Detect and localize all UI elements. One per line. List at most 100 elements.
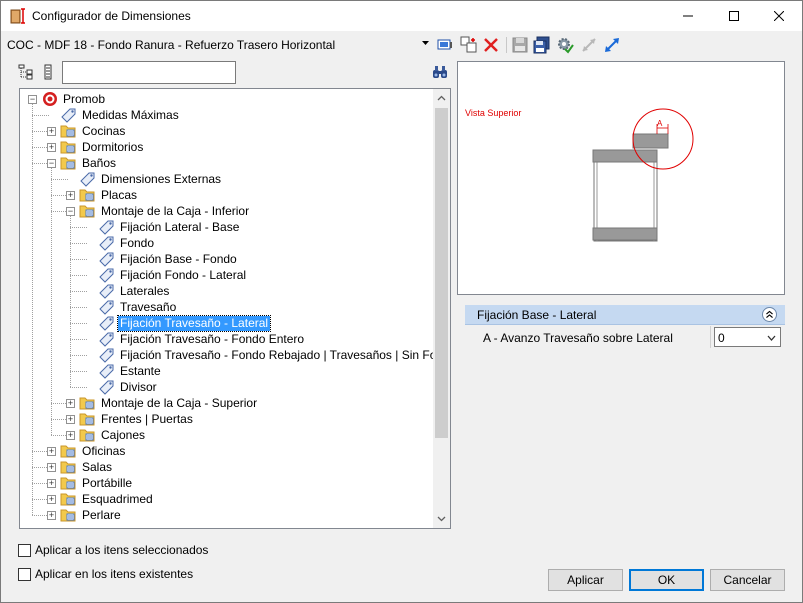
tree-node-label: Travesaño bbox=[120, 299, 177, 314]
tree-connector-line bbox=[70, 355, 87, 356]
tree-node-label: Montaje de la Caja - Inferior bbox=[101, 203, 250, 218]
save-all-icon[interactable] bbox=[533, 36, 551, 54]
collapse-node-button[interactable]: − bbox=[28, 95, 37, 104]
tree-node[interactable]: Travesaño bbox=[98, 299, 178, 315]
tree-connector-line bbox=[70, 323, 71, 339]
save-icon[interactable] bbox=[511, 36, 529, 54]
tree-node[interactable]: Perlare bbox=[60, 507, 123, 523]
ok-button[interactable]: OK bbox=[629, 569, 704, 591]
apply-button[interactable]: Aplicar bbox=[548, 569, 623, 591]
folder-icon bbox=[79, 189, 95, 202]
property-group-header[interactable]: Fijación Base - Lateral bbox=[465, 305, 785, 325]
expand-node-button[interactable]: + bbox=[66, 431, 75, 440]
collapse-node-button[interactable]: − bbox=[47, 159, 56, 168]
configuration-selector[interactable]: COC - MDF 18 - Fondo Ranura - Refuerzo T… bbox=[7, 38, 335, 52]
tree-node[interactable]: Esquadrimed bbox=[60, 491, 155, 507]
expand-node-button[interactable]: + bbox=[47, 127, 56, 136]
chevron-down-icon[interactable] bbox=[767, 335, 776, 341]
app-icon bbox=[10, 8, 25, 24]
tree-node-label: Fijación Fondo - Lateral bbox=[120, 267, 247, 282]
promob-icon bbox=[43, 92, 57, 106]
tree-node[interactable]: Dormitorios bbox=[60, 139, 145, 155]
tree-node[interactable]: Estante bbox=[98, 363, 163, 379]
expand-node-button[interactable]: + bbox=[47, 143, 56, 152]
scrollbar-thumb[interactable] bbox=[435, 108, 448, 438]
tree-connector-line bbox=[51, 179, 68, 180]
tree-node-label: Cocinas bbox=[82, 123, 126, 138]
expand-node-button[interactable]: + bbox=[47, 511, 56, 520]
tree-connector-line bbox=[32, 115, 49, 116]
expand-node-button[interactable]: + bbox=[66, 191, 75, 200]
tree-node[interactable]: Placas bbox=[79, 187, 139, 203]
tree-node[interactable]: Medidas Máximas bbox=[60, 107, 181, 123]
expand-node-button[interactable]: + bbox=[47, 495, 56, 504]
collapse-group-icon[interactable] bbox=[762, 307, 777, 322]
tree-node[interactable]: Oficinas bbox=[60, 443, 127, 459]
tree-node[interactable]: Cajones bbox=[79, 427, 147, 443]
tree-node[interactable]: Montaje de la Caja - Superior bbox=[79, 395, 259, 411]
tree-node-label: Laterales bbox=[120, 283, 170, 298]
tree-connector-line bbox=[32, 499, 33, 515]
tree-connector-line bbox=[32, 451, 33, 467]
tree-connector-line bbox=[32, 467, 33, 483]
tree-view[interactable]: − Promob Medidas Máximas + Cocinas + Dormitori… bbox=[19, 88, 451, 529]
tree-node[interactable]: Fijación Travesaño - Fondo Rebajado | Tr… bbox=[98, 347, 450, 363]
expand-node-button[interactable]: + bbox=[47, 447, 56, 456]
tree-connector-line bbox=[51, 403, 52, 419]
expand-arrows-icon[interactable] bbox=[603, 36, 621, 54]
tree-collapse-icon[interactable] bbox=[41, 64, 57, 80]
tree-node[interactable]: Divisor bbox=[98, 379, 159, 395]
maximize-button[interactable] bbox=[711, 1, 757, 31]
monitor-icon[interactable] bbox=[436, 36, 454, 54]
tree-connector-line bbox=[70, 339, 87, 340]
delete-icon[interactable] bbox=[482, 36, 500, 54]
tag-icon bbox=[99, 236, 114, 251]
collapse-arrows-icon[interactable] bbox=[580, 36, 598, 54]
property-value-select[interactable]: 0 bbox=[714, 327, 781, 347]
close-icon bbox=[774, 11, 784, 21]
tree-node[interactable]: Fijación Travesaño - Lateral bbox=[98, 314, 272, 332]
property-row: A - Avanzo Travesaño sobre Lateral 0 bbox=[465, 326, 785, 348]
tree-node[interactable]: Cocinas bbox=[60, 123, 127, 139]
tree-search-input[interactable] bbox=[62, 61, 236, 84]
tree-scrollbar[interactable] bbox=[433, 89, 450, 528]
collapse-node-button[interactable]: − bbox=[66, 207, 75, 216]
tree-node[interactable]: Fijación Travesaño - Fondo Entero bbox=[98, 331, 306, 347]
scroll-up-icon[interactable] bbox=[437, 94, 446, 103]
tree-connector-line bbox=[70, 355, 71, 371]
tree-node[interactable]: Montaje de la Caja - Inferior bbox=[79, 203, 251, 219]
expand-node-button[interactable]: + bbox=[66, 415, 75, 424]
tree-node-label: Fijación Base - Fondo bbox=[120, 251, 237, 266]
cancel-button[interactable]: Cancelar bbox=[710, 569, 785, 591]
add-icon[interactable] bbox=[460, 36, 478, 54]
tree-node[interactable]: Dimensiones Externas bbox=[79, 171, 223, 187]
apply-gear-icon[interactable] bbox=[556, 36, 574, 54]
tree-node[interactable]: Fijación Base - Fondo bbox=[98, 251, 239, 267]
tree-node-label: Dimensiones Externas bbox=[101, 171, 222, 186]
tree-node[interactable]: Fondo bbox=[98, 235, 156, 251]
tree-node-label: Divisor bbox=[120, 379, 157, 394]
tree-node[interactable]: Frentes | Puertas bbox=[79, 411, 195, 427]
close-button[interactable] bbox=[756, 1, 802, 31]
expand-node-button[interactable]: + bbox=[66, 399, 75, 408]
apply-existing-checkbox[interactable] bbox=[18, 568, 31, 581]
property-divider bbox=[710, 326, 711, 348]
tree-node-label: Fijación Travesaño - Fondo Entero bbox=[120, 331, 305, 346]
scroll-down-icon[interactable] bbox=[437, 514, 446, 523]
binoculars-icon[interactable] bbox=[432, 64, 448, 80]
expand-node-button[interactable]: + bbox=[47, 479, 56, 488]
tree-node[interactable]: Laterales bbox=[98, 283, 171, 299]
tree-node[interactable]: Salas bbox=[60, 459, 114, 475]
dropdown-arrow-icon[interactable] bbox=[422, 41, 429, 46]
tree-node[interactable]: Promob bbox=[41, 91, 107, 107]
folder-icon bbox=[60, 461, 76, 474]
tree-connector-line bbox=[32, 483, 33, 499]
tree-node[interactable]: Fijación Fondo - Lateral bbox=[98, 267, 248, 283]
apply-selected-checkbox[interactable] bbox=[18, 544, 31, 557]
minimize-button[interactable] bbox=[665, 1, 711, 31]
tree-node[interactable]: Portábille bbox=[60, 475, 134, 491]
expand-node-button[interactable]: + bbox=[47, 463, 56, 472]
tree-expand-icon[interactable] bbox=[18, 64, 34, 80]
tree-node[interactable]: Baños bbox=[60, 155, 118, 171]
tree-node[interactable]: Fijación Lateral - Base bbox=[98, 219, 241, 235]
